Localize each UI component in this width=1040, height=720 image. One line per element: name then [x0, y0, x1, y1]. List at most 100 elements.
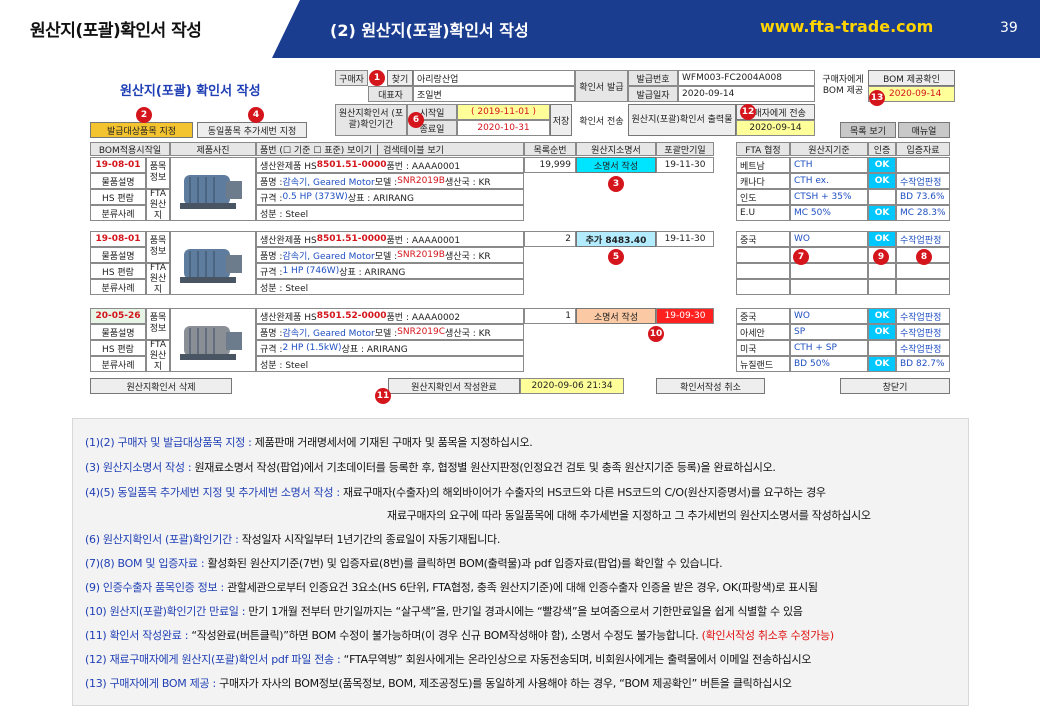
callout-8: 8: [916, 249, 932, 265]
origin-criteria[interactable]: CTSH + 35%: [790, 189, 868, 205]
classify-label[interactable]: 분류사례: [90, 205, 146, 221]
fta-origin-label[interactable]: FTA 원산지: [146, 340, 170, 372]
evidence-doc[interactable]: BD 73.6%: [896, 189, 950, 205]
fta-agreement: 미국: [736, 340, 790, 356]
form-title: 원산지(포괄) 확인서 작성: [120, 84, 261, 99]
list-seq: 2: [524, 231, 576, 247]
motor-image: [180, 249, 242, 283]
item-desc-label[interactable]: 물품설명: [90, 247, 146, 263]
product-photo[interactable]: [170, 231, 256, 295]
evidence-doc[interactable]: MC 28.3%: [896, 205, 950, 221]
evidence-doc[interactable]: 수작업판정: [896, 231, 950, 247]
hs-label[interactable]: HS 편람: [90, 189, 146, 205]
origin-criteria[interactable]: MC 50%: [790, 205, 868, 221]
material-line: 성분 : Steel: [256, 356, 524, 372]
same-item-button[interactable]: 동일품목 추가세번 지정: [197, 122, 307, 138]
model: SNR2019B: [397, 176, 445, 186]
callout-4: 4: [248, 107, 264, 123]
origin-criteria[interactable]: CTH ex.: [790, 173, 868, 189]
item-info-label[interactable]: 품목 정보: [146, 308, 170, 340]
origin-criteria[interactable]: BD 50%: [790, 356, 868, 372]
col-docs: 입증자료: [896, 142, 950, 156]
fta-agreement: 인도: [736, 189, 790, 205]
callout-10: 10: [648, 326, 664, 342]
rep-value[interactable]: 조일변: [413, 86, 575, 102]
callout-5: 5: [608, 249, 624, 265]
item-info-label[interactable]: 품목 정보: [146, 231, 170, 263]
item-desc-label[interactable]: 물품설명: [90, 324, 146, 340]
origin-criteria[interactable]: WO: [790, 308, 868, 324]
auth-status: OK: [868, 231, 896, 247]
find-buyer-button[interactable]: 찾기: [387, 70, 413, 86]
item-info-label[interactable]: 품목 정보: [146, 157, 170, 189]
issue-items-button[interactable]: 발급대상품목 지정: [90, 122, 193, 138]
col-bom-date: BOM적용시작일: [90, 142, 170, 156]
fta-origin-label[interactable]: FTA 원산지: [146, 189, 170, 221]
instruction-line: (4)(5) 동일품목 추가세번 지정 및 추가세번 소명서 작성 : 재료구매…: [85, 486, 826, 499]
auth-status: [868, 189, 896, 205]
print-button[interactable]: 원산지(포괄)확인서 출력물: [628, 104, 736, 136]
col-seq: 목록순번: [524, 142, 576, 156]
period-label: 원산지확인서 (포괄)확인기간: [335, 104, 407, 136]
instruction-line: (6) 원산지확인서 (포괄)확인기간 : 작성일자 시작일부터 1년기간의 종…: [85, 533, 501, 546]
issue-date-value: 2020-09-14: [678, 86, 815, 102]
item-name: 감속기, Geared Motor: [282, 177, 375, 188]
evidence-doc[interactable]: [896, 157, 950, 173]
delete-cert-button[interactable]: 원산지확인서 삭제: [90, 378, 232, 394]
issue-no-label: 발급번호: [628, 70, 678, 86]
origin-criteria[interactable]: [790, 279, 868, 295]
product-photo[interactable]: [170, 157, 256, 221]
fta-origin-label[interactable]: FTA 원산지: [146, 263, 170, 295]
material-line: 성분 : Steel: [256, 205, 524, 221]
cert-button[interactable]: 소명서 작성: [576, 157, 656, 173]
auth-status: OK: [868, 173, 896, 189]
fta-agreement: 캐나다: [736, 173, 790, 189]
auth-status: OK: [868, 324, 896, 340]
bom-start-date[interactable]: 19-08-01: [90, 231, 146, 247]
evidence-doc[interactable]: BD 82.7%: [896, 356, 950, 372]
catalog-button[interactable]: 목록 보기: [840, 122, 896, 138]
hs-code[interactable]: 8501.51-0000: [317, 234, 387, 244]
product-line: 생산완제품 HS 8501.51-0000 품번 : AAAA0001: [256, 231, 524, 247]
origin-criteria[interactable]: SP: [790, 324, 868, 340]
name-line: 품명 : 감속기, Geared Motor 모델 : SNR2019B 생산국…: [256, 247, 524, 263]
hs-label[interactable]: HS 편람: [90, 340, 146, 356]
classify-label[interactable]: 분류사례: [90, 279, 146, 295]
callout-2: 2: [136, 107, 152, 123]
bom-start-date[interactable]: 19-08-01: [90, 157, 146, 173]
origin-criteria[interactable]: [790, 263, 868, 279]
hs-label[interactable]: HS 편람: [90, 263, 146, 279]
col-item[interactable]: 품번 (☐ 기준 ☐ 표준) 보이기 │ 검색테이블 보기: [256, 142, 524, 156]
evidence-doc[interactable]: [896, 279, 950, 295]
site-url: www.fta-trade.com: [760, 17, 934, 36]
origin-criteria[interactable]: CTH: [790, 157, 868, 173]
evidence-doc[interactable]: 수작업판정: [896, 173, 950, 189]
evidence-doc[interactable]: 수작업판정: [896, 308, 950, 324]
close-window-button[interactable]: 창닫기: [840, 378, 950, 394]
hs-code[interactable]: 8501.51-0000: [317, 160, 387, 170]
hs-code[interactable]: 8501.52-0000: [317, 311, 387, 321]
evidence-doc[interactable]: [896, 263, 950, 279]
evidence-doc[interactable]: 수작업판정: [896, 340, 950, 356]
fta-agreement: [736, 279, 790, 295]
origin-criteria[interactable]: WO: [790, 231, 868, 247]
item-desc-label[interactable]: 물품설명: [90, 173, 146, 189]
classify-label[interactable]: 분류사례: [90, 356, 146, 372]
buyer-value[interactable]: 아리랑산업: [413, 70, 575, 86]
manual-button[interactable]: 매뉴얼: [898, 122, 950, 138]
bom-confirm-button[interactable]: BOM 제공확인: [868, 70, 955, 86]
item-name: 감속기, Geared Motor: [282, 251, 375, 262]
bom-start-date[interactable]: 20-05-26: [90, 308, 146, 324]
save-button[interactable]: 저장: [550, 104, 572, 136]
product-photo[interactable]: [170, 308, 256, 372]
start-date[interactable]: ( 2019-11-01 ): [457, 104, 550, 120]
cancel-cert-button[interactable]: 확인서작성 취소: [656, 378, 765, 394]
evidence-doc[interactable]: 수작업판정: [896, 324, 950, 340]
complete-cert-button[interactable]: 원산지확인서 작성완료: [388, 378, 520, 394]
instruction-line: (13) 구매자에게 BOM 제공 : 구매자가 자사의 BOM정보(품목정보,…: [85, 677, 792, 690]
origin-criteria[interactable]: CTH + SP: [790, 340, 868, 356]
cert-button[interactable]: 추가 8483.40: [576, 231, 656, 247]
col-photo: 제품사진: [170, 142, 256, 156]
cert-button[interactable]: 소명서 작성: [576, 308, 656, 324]
buyer-label: 구매자: [335, 70, 368, 86]
